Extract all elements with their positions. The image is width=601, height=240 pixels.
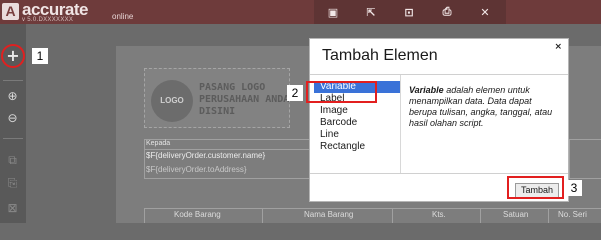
logo-text: PASANG LOGO PERUSAHAAN ANDA DISINI	[199, 82, 290, 117]
zoom-out-icon[interactable]: ⊖	[4, 110, 21, 127]
list-item-barcode[interactable]: Barcode	[314, 117, 400, 129]
save-icon[interactable]: ▣	[314, 0, 352, 24]
column-header: Nama Barang	[304, 210, 354, 219]
dialog-divider	[400, 75, 401, 173]
column-divider	[480, 208, 481, 223]
list-item-line[interactable]: Line	[314, 129, 400, 141]
column-divider	[144, 208, 145, 223]
toolbar: ▣ ⇱ ⊡ ⎙ ✕	[314, 0, 506, 24]
column-header: Kts.	[432, 210, 446, 219]
description-term: Variable	[409, 85, 444, 95]
sidebar-divider	[3, 80, 23, 81]
element-description: Variable adalah elemen untuk menampilkan…	[409, 85, 561, 129]
brand-version: v 5.0.DXXXXXXX	[22, 17, 74, 23]
accurate-logo-icon: A	[2, 3, 19, 20]
sidebar-divider	[3, 138, 23, 139]
recipient-divider	[144, 149, 314, 150]
close-icon[interactable]: ×	[554, 42, 562, 52]
list-item-image[interactable]: Image	[314, 105, 400, 117]
top-bar: A accurate online v 5.0.DXXXXXXX ▣ ⇱ ⊡ ⎙…	[0, 0, 601, 24]
logo-circle: LOGO	[151, 80, 193, 122]
column-divider	[548, 208, 549, 223]
callout-2: 2	[287, 85, 303, 101]
callout-1: 1	[32, 48, 48, 64]
right-info-box	[569, 139, 601, 179]
print-settings-icon[interactable]: ⎙	[428, 0, 466, 24]
delete-icon[interactable]: ⊠	[4, 200, 21, 217]
column-header: Satuan	[503, 210, 529, 219]
export-icon[interactable]: ⇱	[352, 0, 390, 24]
preview-icon[interactable]: ⊡	[390, 0, 428, 24]
callout-3: 3	[566, 180, 582, 196]
add-element-button[interactable]: +	[1, 44, 25, 68]
brand-sub: online	[112, 12, 134, 21]
column-divider	[262, 208, 263, 223]
customer-name-field[interactable]: $F{deliveryOrder.customer.name}	[146, 151, 265, 160]
column-header: Kode Barang	[174, 210, 221, 219]
paste-icon[interactable]: ⎘	[4, 175, 21, 192]
column-divider	[392, 208, 393, 223]
close-icon[interactable]: ✕	[466, 0, 504, 24]
highlight-box	[507, 176, 564, 199]
dialog-title: Tambah Elemen	[322, 47, 438, 64]
zoom-in-icon[interactable]: ⊕	[4, 88, 21, 105]
column-header: No. Seri	[558, 210, 587, 219]
recipient-label: Kepada	[146, 140, 171, 147]
highlight-box	[306, 81, 377, 103]
brand-logo: A accurate online v 5.0.DXXXXXXX	[0, 0, 150, 24]
copy-icon[interactable]: ⧉	[4, 152, 21, 169]
address-field[interactable]: $F{deliveryOrder.toAddress}	[146, 165, 247, 174]
list-item-rectangle[interactable]: Rectangle	[314, 141, 400, 153]
